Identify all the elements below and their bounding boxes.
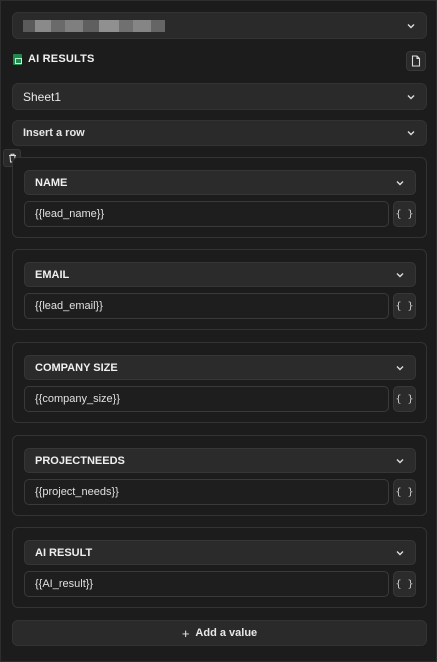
insert-variable-button[interactable]: { } [393, 386, 416, 412]
chevron-down-icon [396, 365, 404, 370]
sheet-select-value: Sheet1 [23, 89, 62, 104]
value-text: {{company_size}} [35, 393, 121, 405]
chevron-down-icon [407, 94, 415, 99]
insert-variable-button[interactable]: { } [393, 479, 416, 505]
value-input[interactable]: {{project_needs}} [24, 479, 389, 505]
chevron-down-icon [407, 23, 415, 28]
add-value-button[interactable]: + Add a value [12, 620, 427, 646]
column-select-label: PROJECTNEEDS [35, 454, 125, 467]
value-input[interactable]: {{lead_email}} [24, 293, 389, 319]
braces-icon: { } [395, 393, 414, 405]
value-text: {{lead_name}} [35, 208, 105, 220]
braces-icon: { } [395, 578, 414, 590]
document-icon-button[interactable] [406, 51, 426, 71]
document-icon [411, 55, 421, 67]
action-select[interactable]: Insert a row [12, 120, 427, 146]
chevron-down-icon [396, 180, 404, 185]
sheet-select[interactable]: Sheet1 [12, 83, 427, 110]
action-select-value: Insert a row [23, 127, 85, 139]
field-card-company-size: COMPANY SIZE {{company_size}} { } [12, 342, 427, 423]
field-card-name: NAME {{lead_name}} { } [12, 157, 427, 238]
column-select-label: COMPANY SIZE [35, 361, 118, 374]
account-select[interactable] [12, 12, 427, 39]
plus-icon: + [181, 625, 190, 641]
account-name-redacted [23, 19, 165, 32]
insert-variable-button[interactable]: { } [393, 201, 416, 227]
column-select-label: NAME [35, 176, 68, 189]
insert-variable-button[interactable]: { } [393, 293, 416, 319]
column-select[interactable]: COMPANY SIZE [24, 355, 416, 380]
value-input[interactable]: {{AI_result}} [24, 571, 389, 597]
section-title: AI RESULTS [28, 53, 95, 65]
insert-variable-button[interactable]: { } [393, 571, 416, 597]
chevron-down-icon [396, 550, 404, 555]
google-sheets-icon [13, 53, 22, 65]
braces-icon: { } [395, 208, 414, 220]
field-card-ai-result: AI RESULT {{AI_result}} { } [12, 527, 427, 608]
value-input[interactable]: {{company_size}} [24, 386, 389, 412]
column-select[interactable]: PROJECTNEEDS [24, 448, 416, 473]
value-text: {{lead_email}} [35, 300, 103, 312]
action-config-panel: AI RESULTS Sheet1 Insert a row NAME {{le… [0, 0, 437, 662]
value-text: {{project_needs}} [35, 486, 119, 498]
braces-icon: { } [395, 300, 414, 312]
column-select[interactable]: AI RESULT [24, 540, 416, 565]
value-input[interactable]: {{lead_name}} [24, 201, 389, 227]
chevron-down-icon [407, 131, 415, 136]
value-text: {{AI_result}} [35, 578, 94, 590]
braces-icon: { } [395, 486, 414, 498]
add-value-label: Add a value [195, 627, 258, 639]
column-select-label: AI RESULT [35, 546, 93, 559]
column-select[interactable]: EMAIL [24, 262, 416, 287]
column-select[interactable]: NAME [24, 170, 416, 195]
section-header: AI RESULTS [13, 53, 95, 65]
column-select-label: EMAIL [35, 268, 70, 281]
chevron-down-icon [396, 458, 404, 463]
field-card-project-needs: PROJECTNEEDS {{project_needs}} { } [12, 435, 427, 516]
chevron-down-icon [396, 272, 404, 277]
field-card-email: EMAIL {{lead_email}} { } [12, 249, 427, 330]
